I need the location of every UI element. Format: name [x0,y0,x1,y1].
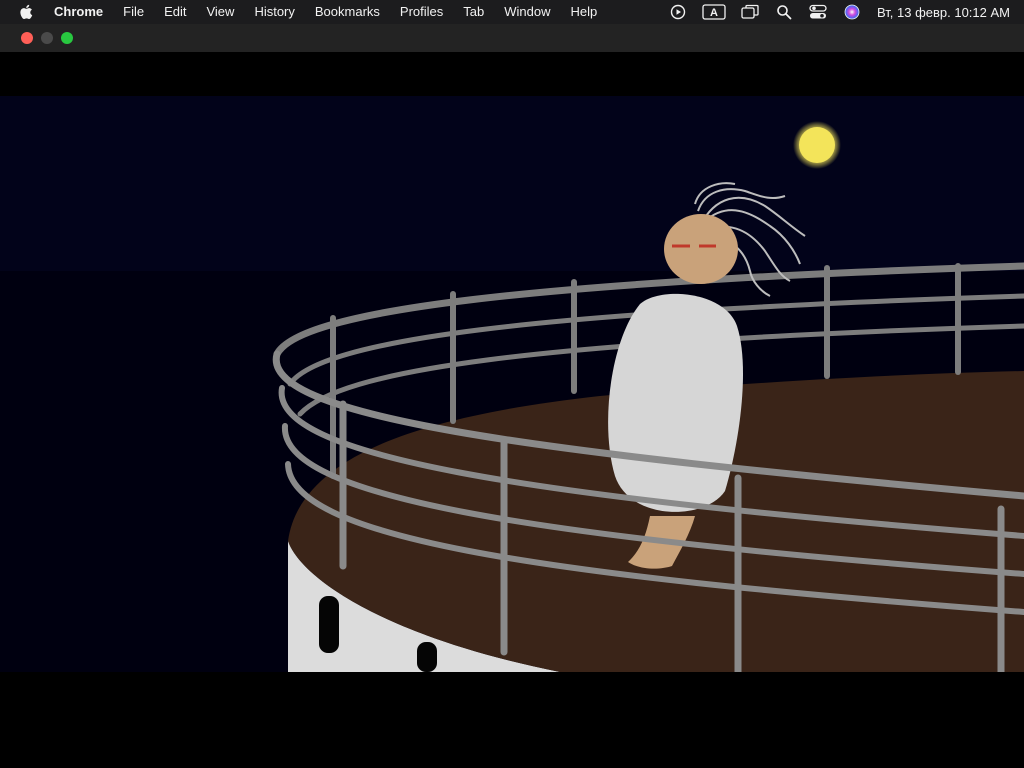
control-center-icon[interactable] [807,1,829,23]
girl-head [664,214,738,284]
menu-help[interactable]: Help [561,0,608,24]
menu-edit[interactable]: Edit [154,0,196,24]
menu-clock[interactable]: Вт, 13 февр. 10:12 AM [877,5,1010,20]
menu-profiles[interactable]: Profiles [390,0,453,24]
moon [799,127,835,163]
menu-history[interactable]: History [244,0,304,24]
search-icon[interactable] [773,1,795,23]
window-title-bar [0,24,1024,52]
input-indicator-text: A [710,7,718,19]
girl-dress [608,293,744,512]
menu-app-name[interactable]: Chrome [46,0,113,24]
apple-logo-icon[interactable] [18,4,34,20]
menu-tab[interactable]: Tab [453,0,494,24]
menu-window[interactable]: Window [494,0,560,24]
siri-icon[interactable] [841,1,863,23]
keyboard-input-icon[interactable]: A [701,1,727,23]
titanic-scene-image [0,96,1024,672]
menu-view[interactable]: View [196,0,244,24]
minimize-window-button[interactable] [41,32,53,44]
close-window-button[interactable] [21,32,33,44]
porthole [417,642,437,672]
zoom-window-button[interactable] [61,32,73,44]
screen-mirroring-icon[interactable] [739,1,761,23]
menu-bar: Chrome File Edit View History Bookmarks … [0,0,1024,24]
play-circle-icon[interactable] [667,1,689,23]
menu-bar-left: Chrome File Edit View History Bookmarks … [0,0,607,24]
menu-bar-status: A Вт, 13 февр. 10:12 AM [661,0,1024,24]
menu-bookmarks[interactable]: Bookmarks [305,0,390,24]
porthole [319,596,339,653]
menu-file[interactable]: File [113,0,154,24]
